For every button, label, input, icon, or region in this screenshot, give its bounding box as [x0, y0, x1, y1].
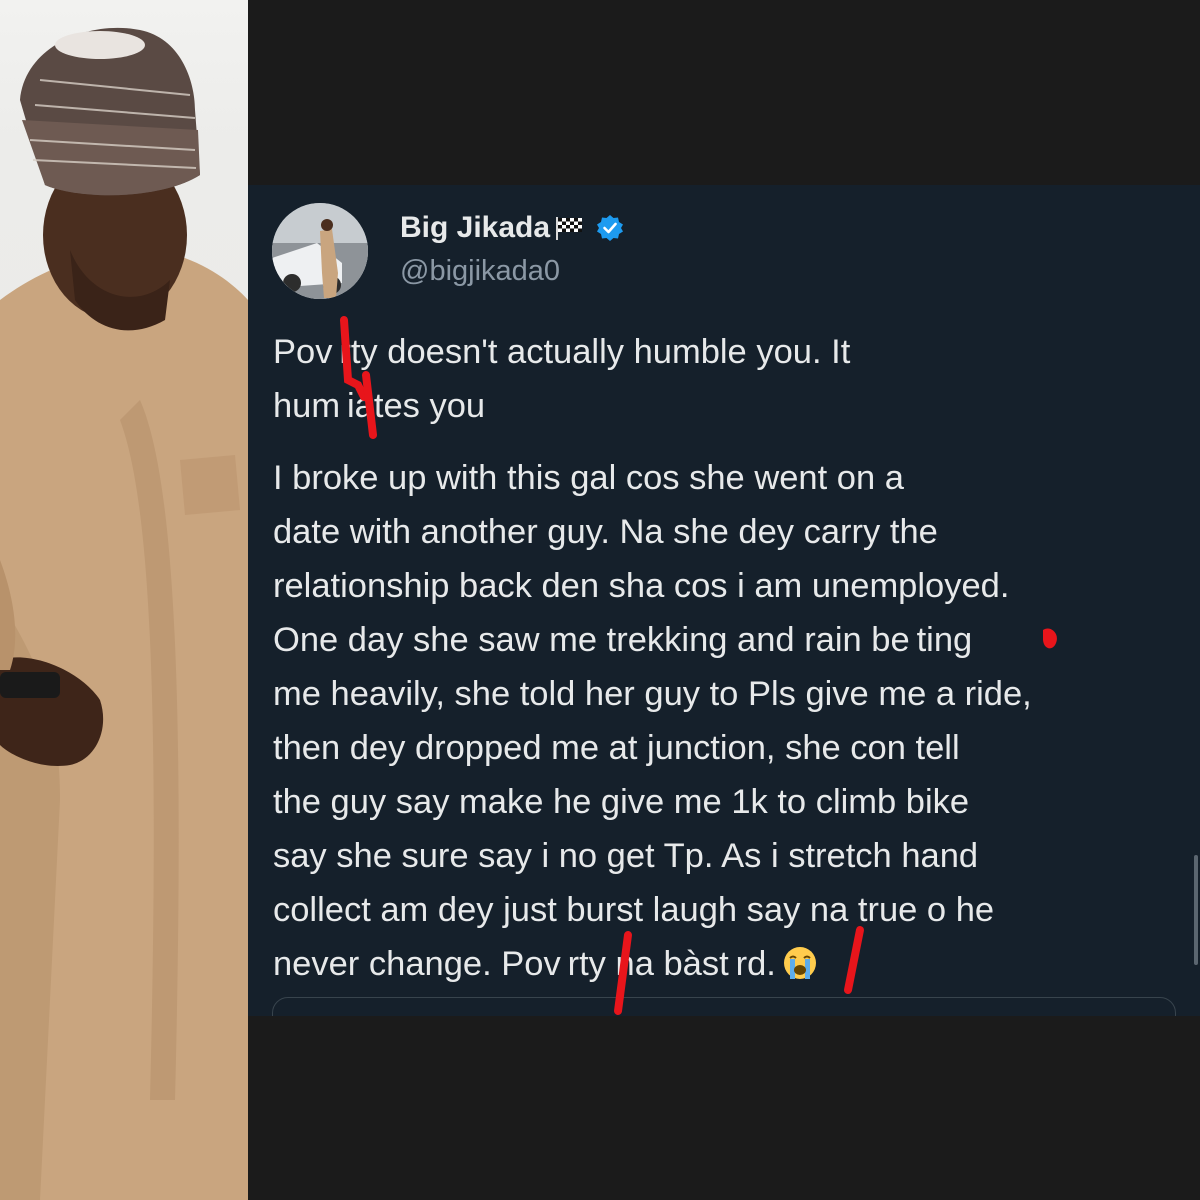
text-line: me heavily, she told her guy to Pls give…: [273, 675, 1032, 713]
author-name-row: Big Jikada: [400, 211, 624, 245]
text-line: hum iates you: [273, 387, 486, 425]
tweet-card[interactable]: Big Jikada @bigjikada0 Pov rty doesn't a…: [248, 185, 1200, 1016]
text-line: say she sure say i no get Tp. As i stret…: [273, 837, 979, 875]
avatar[interactable]: [272, 203, 368, 299]
display-name[interactable]: Big Jikada: [400, 211, 550, 245]
text-line: I broke up with this gal cos she went on…: [273, 459, 904, 497]
text-line: Pov rty doesn't actually humble you. It: [273, 333, 851, 371]
background-top: [248, 0, 1200, 185]
text-line: then dey dropped me at junction, she con…: [273, 729, 960, 767]
chequered-flag-icon: [554, 216, 584, 240]
text-line: the guy say make he give me 1k to climb …: [273, 783, 970, 821]
tweet-paragraph-2: I broke up with this gal cos she went on…: [273, 451, 1188, 991]
text-line: relationship back den sha cos i am unemp…: [273, 567, 1010, 605]
text-line: never change. Pov rty na bàst rd.: [273, 945, 776, 983]
quoted-tweet-card[interactable]: [272, 997, 1176, 1016]
user-handle[interactable]: @bigjikada0: [400, 255, 560, 288]
tweet-body: Pov rty doesn't actually humble you. It …: [273, 325, 1188, 991]
text-line: One day she saw me trekking and rain be …: [273, 621, 973, 659]
background-bottom: [248, 1016, 1200, 1200]
avatar-image: [272, 203, 368, 299]
profile-photo-panel: [0, 0, 248, 1200]
man-in-kaftan-photo: [0, 27, 248, 1200]
loudly-crying-face-icon: [782, 943, 818, 979]
text-line: collect am dey just burst laugh say na t…: [273, 891, 995, 929]
text-line: date with another guy. Na she dey carry …: [273, 513, 938, 551]
verified-badge-icon: [596, 214, 624, 242]
scrollbar[interactable]: [1194, 855, 1198, 965]
tweet-paragraph-1: Pov rty doesn't actually humble you. It …: [273, 325, 1188, 433]
